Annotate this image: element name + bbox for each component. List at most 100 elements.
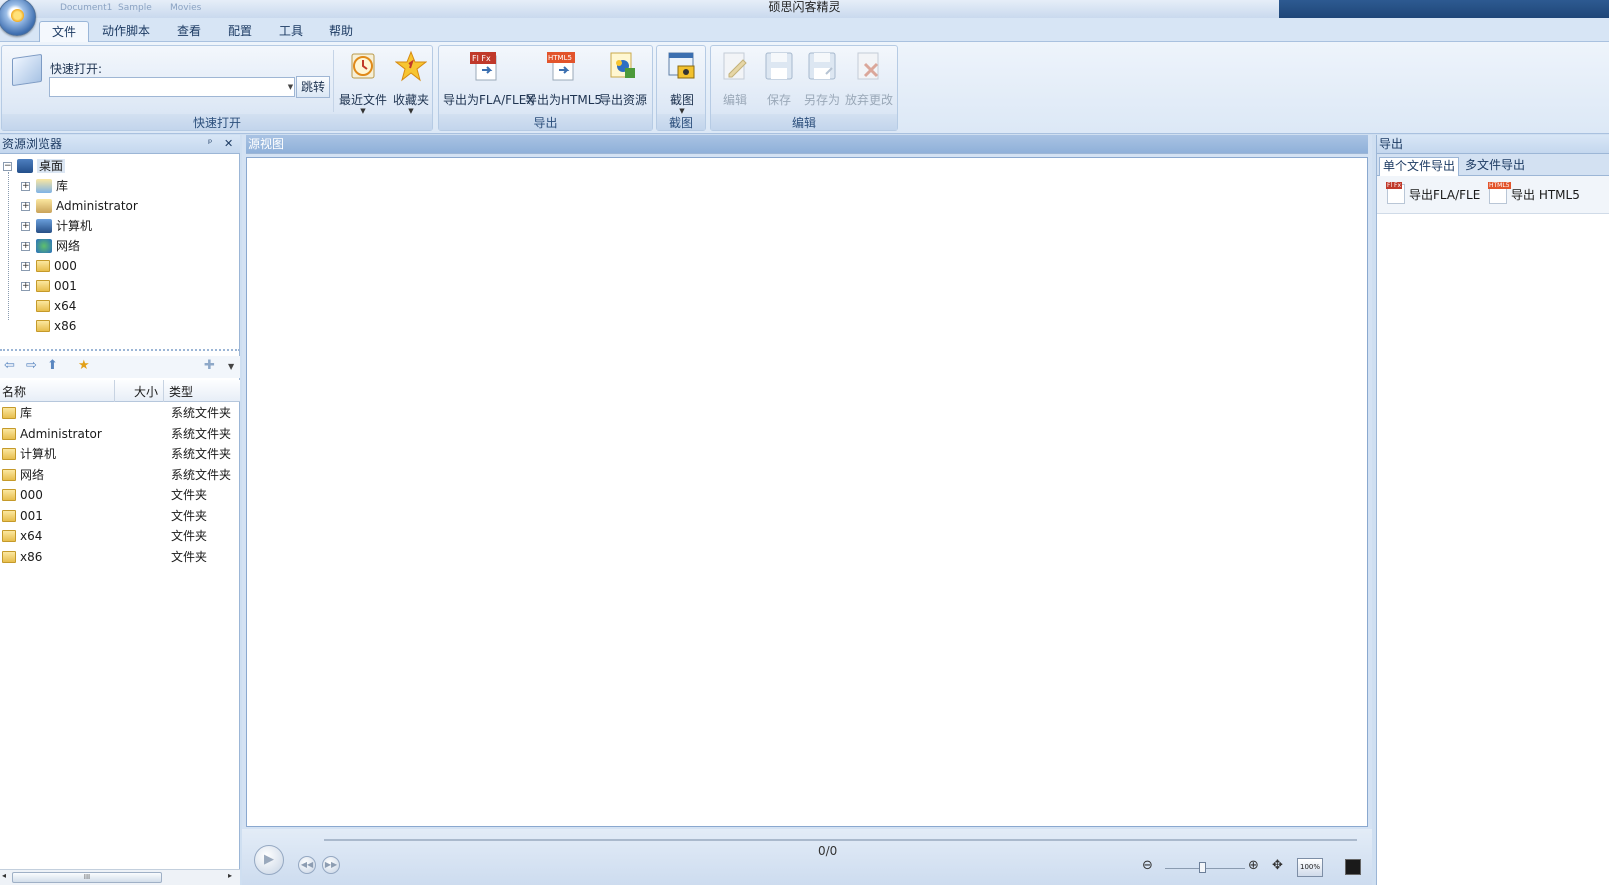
favorites-button[interactable]: 收藏夹 ▼: [389, 50, 433, 115]
tab-actionscript[interactable]: 动作脚本: [102, 21, 150, 42]
file-nav-toolbar: ⇦ ⇨ ⬆ ★ ✚ ▼: [0, 356, 240, 378]
timeline-slider[interactable]: [324, 839, 1357, 841]
forward-arrow-icon[interactable]: ⇨: [26, 358, 37, 373]
list-item[interactable]: x86 文件夹: [0, 547, 240, 567]
column-divider[interactable]: [163, 380, 164, 402]
scroll-right-icon[interactable]: ▸: [228, 871, 232, 880]
quick-open-input[interactable]: [49, 77, 295, 97]
horizontal-scrollbar[interactable]: ◂ III ▸: [0, 869, 240, 885]
expand-icon[interactable]: +: [21, 242, 30, 251]
export-resources-button[interactable]: 导出资源: [597, 50, 649, 108]
folder-icon: [2, 448, 16, 460]
export-fla-quick-label: 导出FLA/FLE: [1409, 188, 1481, 202]
expand-icon[interactable]: +: [21, 262, 30, 271]
save-as-button[interactable]: 另存为: [801, 50, 843, 108]
group-export: Fl Fx 导出为FLA/FLEX HTML5 导出为HTML5 导出资源 导出: [438, 45, 653, 131]
title-bar: Document1 Sample Movies 硕思闪客精灵: [0, 0, 1609, 18]
tab-file[interactable]: 文件: [39, 21, 90, 42]
export-fla-quick-button[interactable]: Fl Fx 导出FLA/FLE: [1386, 182, 1481, 204]
scroll-thumb[interactable]: III: [12, 872, 162, 883]
preview-canvas[interactable]: [246, 157, 1368, 827]
recent-files-button[interactable]: 最近文件 ▼: [338, 50, 388, 115]
fast-forward-button[interactable]: ▶▶: [322, 856, 340, 874]
resource-browser-header: 资源浏览器 ᵖ ✕: [0, 135, 240, 154]
column-type[interactable]: 类型: [169, 383, 193, 400]
recent-files-label: 最近文件: [338, 93, 387, 107]
fullscreen-icon[interactable]: [1345, 859, 1361, 875]
export-fla-button[interactable]: Fl Fx 导出为FLA/FLEX: [443, 50, 535, 108]
file-type: 系统文件夹: [171, 406, 232, 420]
tab-config[interactable]: 配置: [228, 21, 252, 42]
go-button[interactable]: 跳转: [296, 76, 330, 98]
list-item[interactable]: 网络 系统文件夹: [0, 465, 240, 485]
up-folder-icon[interactable]: ⬆: [47, 358, 58, 373]
tree-line: [8, 172, 9, 320]
tree-item[interactable]: x86: [36, 317, 76, 335]
tree-item[interactable]: 000: [36, 257, 77, 275]
quick-open-dropdown-icon[interactable]: ▼: [285, 77, 296, 97]
capture-button[interactable]: 截图 ▼: [661, 50, 703, 115]
zoom-slider-thumb[interactable]: [1199, 862, 1206, 873]
tree-item[interactable]: x64: [36, 297, 76, 315]
pan-zoom-icon[interactable]: ✥: [1272, 858, 1283, 873]
scroll-left-icon[interactable]: ◂: [2, 871, 6, 880]
zoom-out-icon[interactable]: ⊖: [1142, 858, 1153, 873]
pin-icon[interactable]: ᵖ: [208, 135, 212, 153]
fla-export-icon: Fl Fx: [470, 52, 497, 81]
column-size[interactable]: 大小: [134, 383, 158, 400]
expand-icon[interactable]: +: [21, 282, 30, 291]
tree-item[interactable]: 网络: [36, 237, 80, 255]
group-label: 快速打开: [2, 114, 432, 130]
zoom-in-icon[interactable]: ⊕: [1248, 858, 1259, 873]
favorites-label: 收藏夹: [392, 93, 429, 107]
actual-size-button[interactable]: 100%: [1297, 858, 1323, 877]
file-type: 系统文件夹: [171, 427, 232, 441]
close-icon[interactable]: ✕: [224, 135, 233, 153]
list-item[interactable]: x64 文件夹: [0, 526, 240, 546]
tree-item-desktop[interactable]: 桌面: [17, 157, 66, 175]
html5-export-icon: HTML5: [547, 52, 575, 81]
expand-icon[interactable]: +: [21, 222, 30, 231]
tab-help[interactable]: 帮助: [329, 21, 353, 42]
list-item[interactable]: 库 系统文件夹: [0, 403, 240, 423]
folder-icon: [2, 489, 16, 501]
play-button[interactable]: ▶: [254, 845, 284, 875]
dropdown-arrow-icon[interactable]: ▼: [228, 362, 234, 371]
tree-item[interactable]: 计算机: [36, 217, 92, 235]
user-folder-icon: [2, 428, 16, 440]
add-icon[interactable]: ✚: [204, 358, 215, 373]
favorites-star-icon[interactable]: ★: [78, 358, 90, 373]
export-toolbar: Fl Fx 导出FLA/FLE HTML5 导出 HTML5: [1377, 176, 1609, 214]
export-html5-label: 导出为HTML5: [525, 93, 603, 107]
export-html5-button[interactable]: HTML5 导出为HTML5: [525, 50, 603, 108]
collapse-icon[interactable]: −: [3, 162, 12, 171]
column-divider[interactable]: [114, 380, 115, 402]
tab-view[interactable]: 查看: [177, 21, 201, 42]
group-edit: 编辑 保存 另存为 放弃更改 编辑: [710, 45, 898, 131]
tree-item-label: 库: [56, 179, 69, 193]
discard-changes-button[interactable]: 放弃更改: [843, 50, 895, 108]
rewind-button[interactable]: ◀◀: [298, 856, 316, 874]
tree-item[interactable]: 库: [36, 177, 68, 195]
export-tabs: 单个文件导出 多文件导出: [1377, 154, 1609, 176]
list-item[interactable]: 计算机 系统文件夹: [0, 444, 240, 464]
back-arrow-icon[interactable]: ⇦: [4, 358, 15, 373]
file-name: x86: [20, 550, 43, 564]
tree-item[interactable]: 001: [36, 277, 77, 295]
list-item[interactable]: 001 文件夹: [0, 506, 240, 526]
tree-item[interactable]: Administrator: [36, 197, 138, 215]
tab-tools[interactable]: 工具: [279, 21, 303, 42]
tab-single-export[interactable]: 单个文件导出: [1379, 157, 1460, 176]
list-item[interactable]: Administrator 系统文件夹: [0, 424, 240, 444]
expand-icon[interactable]: +: [21, 202, 30, 211]
save-button[interactable]: 保存: [759, 50, 799, 108]
export-html5-quick-button[interactable]: HTML5 导出 HTML5: [1488, 182, 1580, 204]
list-item[interactable]: 000 文件夹: [0, 485, 240, 505]
edit-button[interactable]: 编辑: [715, 50, 755, 108]
computer-icon: [36, 219, 52, 233]
expand-icon[interactable]: +: [21, 182, 30, 191]
tab-multi-export[interactable]: 多文件导出: [1462, 157, 1528, 176]
folder-icon: [2, 510, 16, 522]
column-name[interactable]: 名称: [2, 383, 26, 400]
splitter[interactable]: [0, 349, 240, 351]
